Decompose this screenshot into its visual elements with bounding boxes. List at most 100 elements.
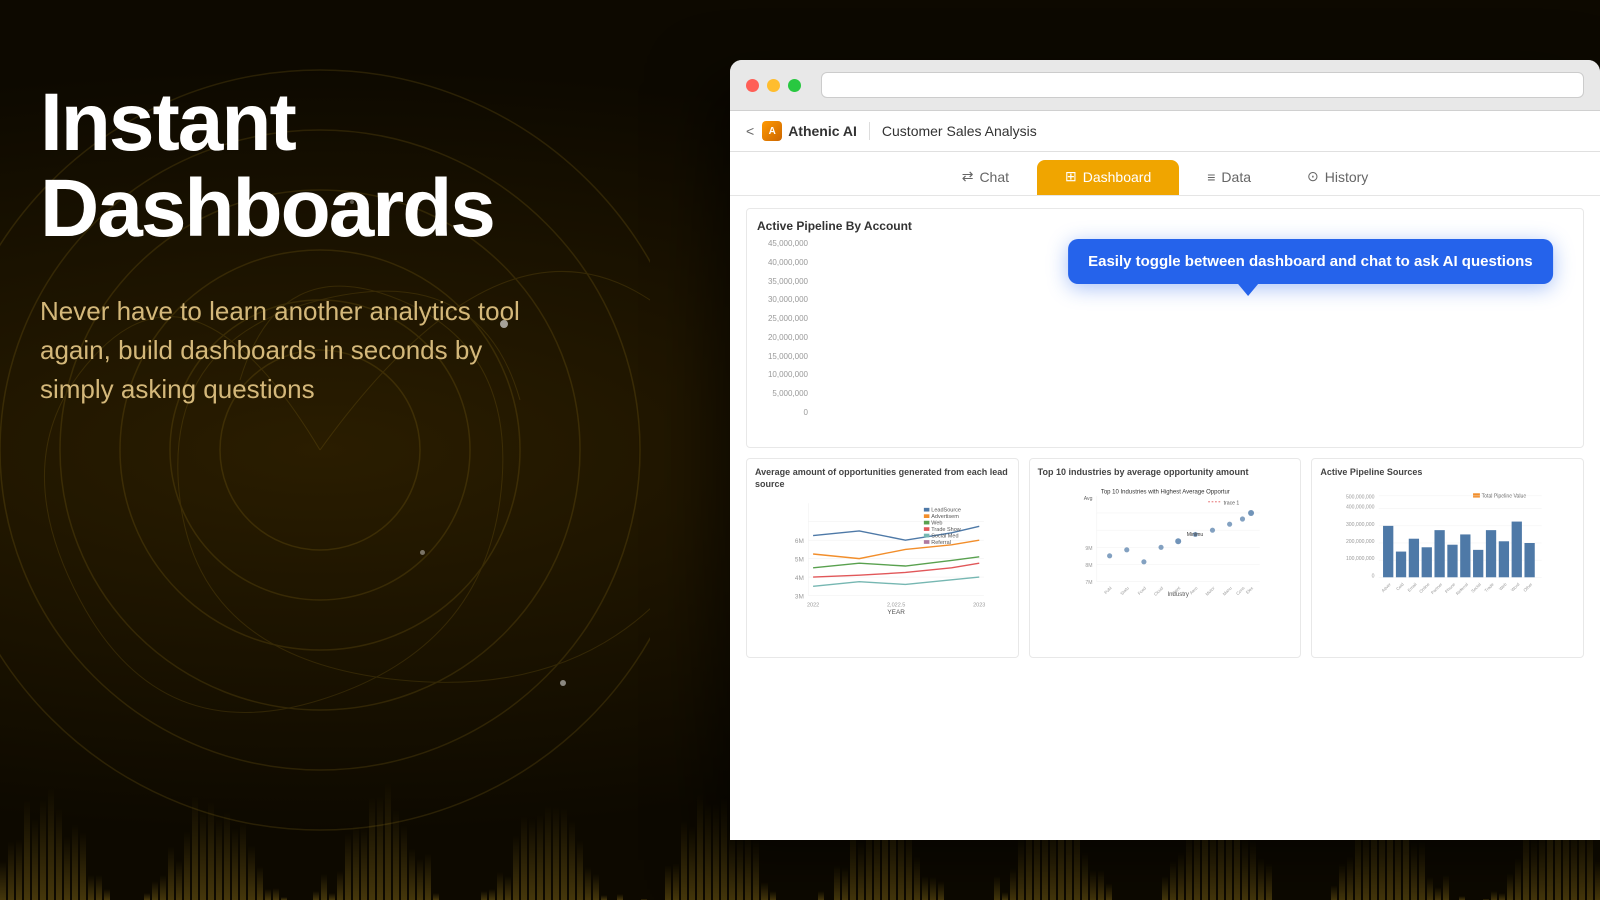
bottom-charts-row: Average amount of opportunities generate…	[746, 458, 1584, 658]
svg-text:Web: Web	[931, 521, 942, 527]
pipeline-sources-chart: Active Pipeline Sources Total Pipeline V…	[1311, 458, 1584, 658]
browser-window: < A Athenic AI Customer Sales Analysis ⇄…	[730, 60, 1600, 840]
svg-text:4M: 4M	[795, 575, 804, 582]
svg-text:Partner: Partner	[1430, 581, 1444, 595]
y-label-20m: 20,000,000	[768, 333, 808, 342]
svg-text:0: 0	[1372, 573, 1375, 579]
svg-text:2,022.5: 2,022.5	[887, 603, 905, 609]
line-chart-area: 3M 4M 5M 6M 2022 2,022.5	[755, 494, 1010, 614]
svg-text:Total Pipeline Value: Total Pipeline Value	[1482, 493, 1527, 499]
lead-source-title: Average amount of opportunities generate…	[755, 467, 1010, 490]
right-section: < A Athenic AI Customer Sales Analysis ⇄…	[730, 60, 1600, 840]
nav-divider	[869, 122, 870, 140]
svg-text:2022: 2022	[807, 603, 819, 609]
y-label-40m: 40,000,000	[768, 258, 808, 267]
svg-text:Aero: Aero	[1188, 585, 1198, 595]
tab-chat-label: Chat	[979, 169, 1009, 185]
svg-text:Web: Web	[1498, 581, 1508, 591]
svg-text:400,000,000: 400,000,000	[1346, 504, 1375, 510]
subtext: Never have to learn another analytics to…	[40, 292, 520, 409]
chat-icon: ⇄	[962, 168, 974, 185]
main-chart-title: Active Pipeline By Account	[757, 219, 1573, 233]
svg-text:Cloud: Cloud	[1152, 585, 1164, 597]
particle	[560, 680, 566, 686]
y-label-15m: 15,000,000	[768, 352, 808, 361]
y-label-5m: 5,000,000	[772, 389, 808, 398]
svg-text:2023: 2023	[973, 603, 985, 609]
tab-data-label: Data	[1221, 169, 1251, 185]
lead-source-chart: Average amount of opportunities generate…	[746, 458, 1019, 658]
chart-y-labels: 0 5,000,000 10,000,000 15,000,000 20,000…	[747, 239, 812, 417]
industries-chart: Top 10 industries by average opportunity…	[1029, 458, 1302, 658]
svg-text:Avg: Avg	[1083, 496, 1092, 502]
headline-line2: Dashboards	[40, 163, 494, 254]
data-icon: ≡	[1207, 169, 1215, 185]
svg-text:100,000,000: 100,000,000	[1346, 556, 1375, 562]
industries-title: Top 10 industries by average opportunity…	[1038, 467, 1293, 479]
headline: Instant Dashboards	[40, 80, 620, 252]
dashboard-icon: ⊞	[1065, 168, 1077, 185]
svg-text:Social: Social	[1470, 581, 1482, 593]
traffic-light-green[interactable]	[788, 79, 801, 92]
svg-text:7M: 7M	[1085, 580, 1092, 586]
history-icon: ⊙	[1307, 168, 1319, 185]
svg-text:Social Med: Social Med	[931, 534, 958, 540]
svg-text:Publ: Publ	[1103, 585, 1113, 595]
svg-text:5M: 5M	[795, 557, 804, 564]
y-label-30m: 30,000,000	[768, 295, 808, 304]
tab-chat[interactable]: ⇄ Chat	[934, 160, 1037, 195]
svg-text:200,000,000: 200,000,000	[1346, 539, 1375, 545]
svg-text:Food: Food	[1136, 585, 1147, 596]
line-chart-svg: 3M 4M 5M 6M 2022 2,022.5	[755, 494, 1010, 614]
chart-tooltip: Easily toggle between dashboard and chat…	[1068, 239, 1553, 284]
breadcrumb: Customer Sales Analysis	[882, 123, 1037, 139]
svg-text:Trade: Trade	[1484, 581, 1496, 593]
svg-text:500,000,000: 500,000,000	[1346, 494, 1375, 500]
y-label-35m: 35,000,000	[768, 277, 808, 286]
logo-icon: A	[762, 121, 782, 141]
pipeline-bar-area: Total Pipeline Value 0 100,000,000 200,0…	[1320, 483, 1575, 603]
y-label-45m: 45,000,000	[768, 239, 808, 248]
svg-text:Elec: Elec	[1244, 585, 1254, 595]
svg-text:Referral: Referral	[931, 540, 951, 546]
traffic-light-red[interactable]	[746, 79, 759, 92]
svg-text:6M: 6M	[795, 538, 804, 545]
url-bar[interactable]	[821, 72, 1584, 98]
tab-data[interactable]: ≡ Data	[1179, 161, 1279, 195]
left-section: Instant Dashboards Never have to learn a…	[40, 80, 620, 409]
browser-nav: < A Athenic AI Customer Sales Analysis	[730, 111, 1600, 152]
pipeline-bar-svg: Total Pipeline Value 0 100,000,000 200,0…	[1320, 483, 1575, 603]
svg-text:Cons: Cons	[1235, 585, 1246, 596]
y-label-10m: 10,000,000	[768, 370, 808, 379]
traffic-light-yellow[interactable]	[767, 79, 780, 92]
svg-text:YEAR: YEAR	[887, 609, 905, 614]
svg-text:Motor: Motor	[1204, 585, 1216, 597]
svg-text:Email: Email	[1407, 581, 1418, 592]
svg-text:Trade Show: Trade Show	[931, 527, 961, 533]
svg-text:Advertisem: Advertisem	[931, 514, 959, 520]
nav-logo: A Athenic AI	[762, 121, 857, 141]
svg-text:Adver: Adver	[1381, 581, 1393, 593]
headline-line1: Instant	[40, 77, 295, 168]
pipeline-sources-title: Active Pipeline Sources	[1320, 467, 1575, 479]
svg-text:3M: 3M	[795, 594, 804, 601]
tab-history[interactable]: ⊙ History	[1279, 160, 1396, 195]
y-label-0: 0	[804, 408, 808, 417]
svg-text:Statu: Statu	[1119, 585, 1130, 596]
svg-text:300,000,000: 300,000,000	[1346, 522, 1375, 528]
y-label-25m: 25,000,000	[768, 314, 808, 323]
svg-text:Referral: Referral	[1455, 581, 1469, 595]
tab-dashboard-label: Dashboard	[1083, 169, 1152, 185]
svg-text:8M: 8M	[1085, 563, 1092, 569]
tab-bar: ⇄ Chat ⊞ Dashboard ≡ Data ⊙ History	[730, 152, 1600, 196]
dashboard-area: Active Pipeline By Account 0 5,000,000 1…	[730, 196, 1600, 840]
scatter-chart-area: Top 10 Industries with Highest Average O…	[1038, 483, 1293, 603]
logo-text: Athenic AI	[788, 123, 857, 139]
svg-text:Cold: Cold	[1395, 581, 1405, 591]
nav-back-button[interactable]: <	[746, 123, 754, 139]
svg-text:Top 10 Industries with Highest: Top 10 Industries with Highest Average O…	[1101, 489, 1230, 495]
svg-text:Minimu: Minimu	[1186, 532, 1203, 538]
svg-text:9M: 9M	[1085, 546, 1092, 552]
svg-text:Word: Word	[1510, 581, 1521, 592]
tab-dashboard[interactable]: ⊞ Dashboard	[1037, 160, 1179, 195]
